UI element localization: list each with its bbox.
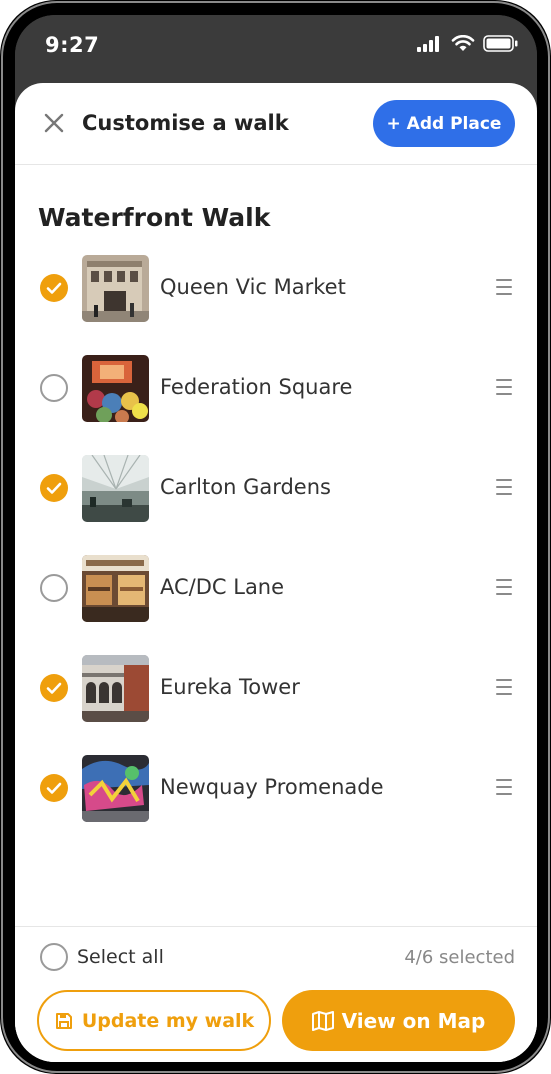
drag-handle-icon[interactable] (496, 379, 512, 395)
screen: 9:27 Customise a walk + Add Place Waterf… (15, 15, 537, 1062)
update-walk-button[interactable]: Update my walk (37, 990, 271, 1051)
checkbox-checked[interactable] (40, 474, 68, 502)
building-facade-photo (82, 255, 149, 322)
customise-walk-sheet: Customise a walk + Add Place Waterfront … (15, 83, 537, 1062)
glass-atrium-photo (82, 455, 149, 522)
place-thumbnail (82, 255, 149, 322)
place-row-newquay-promenade[interactable]: Newquay Promenade (15, 755, 537, 855)
map-icon (311, 1010, 334, 1031)
sheet-footer: Select all 4/6 selected Update my walk V… (15, 926, 537, 1062)
place-name: Federation Square (160, 375, 353, 399)
checkmark-icon (46, 482, 62, 494)
battery-icon (483, 35, 518, 52)
checkmark-icon (46, 282, 62, 294)
place-thumbnail (82, 355, 149, 422)
wifi-icon (451, 35, 475, 51)
close-button[interactable] (41, 110, 67, 136)
checkmark-icon (46, 682, 62, 694)
place-row-carlton-gardens[interactable]: Carlton Gardens (15, 455, 537, 555)
crowd-event-photo (82, 355, 149, 422)
graffiti-wall-photo (82, 755, 149, 822)
signal-icon (417, 35, 439, 52)
place-thumbnail (82, 655, 149, 722)
place-row-queen-vic-market[interactable]: Queen Vic Market (15, 255, 537, 355)
status-icons (417, 35, 519, 52)
place-thumbnail (82, 755, 149, 822)
status-time: 9:27 (45, 33, 100, 57)
drag-handle-icon[interactable] (496, 679, 512, 695)
select-all-label[interactable]: Select all (77, 946, 164, 968)
drag-handle-icon[interactable] (496, 279, 512, 295)
checkbox-unchecked[interactable] (40, 374, 68, 402)
shopfront-photo (82, 555, 149, 622)
phone-frame: 9:27 Customise a walk + Add Place Waterf… (0, 0, 551, 1074)
sheet-header: Customise a walk + Add Place (15, 83, 537, 165)
place-row-federation-square[interactable]: Federation Square (15, 355, 537, 455)
walk-title: Waterfront Walk (38, 203, 271, 232)
place-name: Queen Vic Market (160, 275, 346, 299)
place-thumbnail (82, 455, 149, 522)
checkbox-checked[interactable] (40, 774, 68, 802)
drag-handle-icon[interactable] (496, 579, 512, 595)
sheet-title: Customise a walk (82, 111, 289, 135)
update-walk-label: Update my walk (81, 1009, 255, 1032)
close-icon (44, 113, 64, 133)
place-name: Newquay Promenade (160, 775, 384, 799)
checkbox-checked[interactable] (40, 274, 68, 302)
place-name: Carlton Gardens (160, 475, 331, 499)
select-all-checkbox[interactable] (40, 943, 68, 971)
drag-handle-icon[interactable] (496, 779, 512, 795)
place-name: AC/DC Lane (160, 575, 285, 599)
place-row-acdc-lane[interactable]: AC/DC Lane (15, 555, 537, 655)
view-on-map-label: View on Map (341, 1008, 486, 1033)
status-bar: 9:27 (15, 15, 537, 83)
add-place-button[interactable]: + Add Place (373, 100, 515, 147)
checkbox-checked[interactable] (40, 674, 68, 702)
drag-handle-icon[interactable] (496, 479, 512, 495)
view-on-map-button[interactable]: View on Map (282, 990, 515, 1051)
save-icon (55, 1012, 72, 1029)
place-row-eureka-tower[interactable]: Eureka Tower (15, 655, 537, 755)
brick-arcade-photo (82, 655, 149, 722)
checkmark-icon (46, 782, 62, 794)
checkbox-unchecked[interactable] (40, 574, 68, 602)
place-thumbnail (82, 555, 149, 622)
place-name: Eureka Tower (160, 675, 300, 699)
selected-count: 4/6 selected (404, 947, 515, 968)
